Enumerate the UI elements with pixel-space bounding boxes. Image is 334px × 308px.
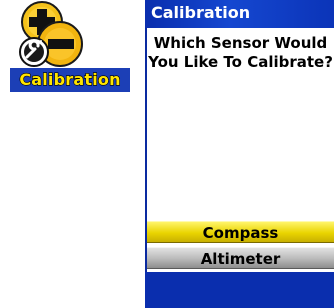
app-label: Calibration [10, 68, 130, 92]
altimeter-option-button[interactable]: Altimeter [147, 247, 334, 269]
compass-option-button[interactable]: Compass [147, 221, 334, 243]
title-bar: Calibration [145, 0, 334, 28]
dialog-title: Calibration [151, 3, 251, 22]
sensor-prompt: Which Sensor Would You Like To Calibrate… [148, 34, 333, 71]
calibration-plus-minus-icon [19, 1, 83, 67]
calibration-app-tile[interactable]: Calibration [0, 0, 138, 120]
device-screen: Calibration Which Sensor Would You Like … [145, 0, 334, 308]
footer-bar [145, 272, 334, 308]
